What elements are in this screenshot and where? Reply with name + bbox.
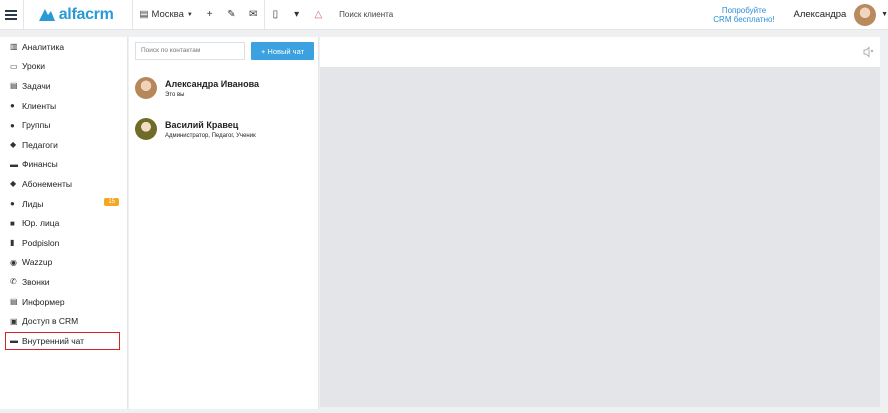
logo-text: alfacrm (58, 5, 114, 23)
chart-icon: ▥ (10, 42, 18, 52)
sidebar-item[interactable]: ▤ Информер (0, 292, 127, 312)
promo-line1: Попробуйте (721, 5, 767, 15)
promo-line2: CRM бесплатно! (713, 14, 775, 24)
sidebar-item-label: Аналитика (22, 41, 65, 52)
logo-icon (38, 8, 55, 21)
user-plus-icon: ● (10, 199, 15, 209)
chevron-down-icon[interactable]: ▼ (881, 11, 888, 18)
sidebar-item[interactable]: ▮ Podpislon (0, 233, 127, 253)
sidebar-item-label: Wazzup (22, 257, 53, 268)
server-icon: ▤ (10, 297, 18, 307)
avatar (135, 118, 157, 140)
new-chat-button[interactable]: + Новый чат (251, 42, 314, 60)
users-icon: ● (10, 120, 15, 130)
sidebar-item-label: Группы (22, 120, 51, 131)
sidebar-item[interactable]: ◆ Педагоги (0, 135, 127, 155)
sidebar-item-label: Абонементы (22, 178, 72, 189)
sidebar: ▥ Аналитика ▭ Уроки ▤ Задачи ● Клиенты ● Группы ◆ П… (0, 37, 128, 409)
document-icon: ▮ (10, 238, 15, 248)
user-icon: ● (10, 101, 15, 111)
sidebar-item-label: Podpislon (22, 237, 60, 248)
top-bar: alfacrm ▤ Москва ▼ + ✎ ✉ ▯ ▾ △ Поиск кли… (0, 0, 888, 30)
keyboard-icon: ▬ (10, 336, 18, 346)
sidebar-item[interactable]: ● Группы (0, 115, 127, 135)
sidebar-item[interactable]: ● Клиенты (0, 96, 127, 116)
cart-icon[interactable]: ▾ (286, 0, 308, 30)
briefcase-icon: ■ (10, 218, 15, 228)
money-icon: ▬ (10, 159, 18, 169)
mobile-icon[interactable]: ▯ (264, 0, 286, 30)
contacts-panel: Поиск по контактам + Новый чат Александр… (129, 37, 319, 409)
whatsapp-icon: ◉ (10, 257, 17, 267)
sidebar-item[interactable]: ▥ Аналитика (0, 37, 127, 57)
sidebar-item-label: Доступ в CRM (22, 316, 79, 327)
contact-subtitle: Администратор, Педагог, Ученик (165, 132, 256, 139)
sidebar-item-label: Уроки (22, 61, 45, 72)
phone-icon: ✆ (10, 277, 17, 287)
tag-icon: ◆ (10, 179, 17, 189)
branch-label: Москва (151, 9, 184, 20)
sidebar-item-label: Информер (22, 296, 65, 307)
contact-item[interactable]: Александра Иванова Это вы (135, 77, 259, 99)
sidebar-item-label: Педагоги (22, 139, 58, 150)
menu-icon[interactable] (0, 0, 24, 30)
sidebar-item[interactable]: ▣ Доступ в CRM (0, 311, 127, 331)
lock-icon: ▣ (10, 316, 18, 326)
promo-link[interactable]: Попробуйте CRM бесплатно! (708, 6, 779, 24)
sidebar-item-label: Клиенты (22, 100, 57, 111)
sidebar-item[interactable]: ▬ Финансы (0, 155, 127, 175)
sound-off-icon[interactable] (862, 46, 874, 58)
avatar[interactable] (854, 3, 877, 26)
chat-area (320, 37, 880, 407)
sidebar-item[interactable]: ✆ Звонки (0, 272, 127, 292)
wrench-icon[interactable]: ✎ (221, 0, 243, 30)
sidebar-item-label: Задачи (22, 80, 51, 91)
sidebar-item[interactable]: ▭ Уроки (0, 57, 127, 77)
contact-search-input[interactable]: Поиск по контактам (135, 42, 245, 60)
bell-icon[interactable]: △ (307, 0, 329, 30)
sidebar-item[interactable]: ◉ Wazzup (0, 253, 127, 273)
contact-subtitle: Это вы (165, 91, 185, 98)
sidebar-item-label: Внутренний чат (22, 335, 85, 346)
sidebar-item[interactable]: ▤ Задачи (0, 76, 127, 96)
user-name[interactable]: Александра (794, 9, 847, 20)
contact-name: Василий Кравец (165, 119, 239, 130)
sidebar-item-label: Юр. лица (22, 218, 60, 229)
mail-icon[interactable]: ✉ (242, 0, 264, 30)
sidebar-item[interactable]: ▬ Внутренний чат (4, 331, 121, 351)
logo[interactable]: alfacrm (38, 6, 133, 24)
contact-name: Александра Иванова (165, 78, 260, 89)
add-icon[interactable]: + (199, 0, 221, 30)
graduation-cap-icon: ◆ (10, 140, 17, 150)
chevron-down-icon: ▼ (186, 11, 193, 18)
avatar (135, 77, 157, 99)
sidebar-item-label: Лиды (22, 198, 44, 209)
sidebar-item[interactable]: ■ Юр. лица (0, 213, 127, 233)
clipboard-icon: ▤ (10, 81, 18, 91)
calendar-icon: ▭ (10, 61, 18, 71)
sidebar-item[interactable]: ◆ Абонементы (0, 174, 127, 194)
client-search-input[interactable]: Поиск клиента (339, 10, 704, 19)
contact-item[interactable]: Василий Кравец Администратор, Педагог, У… (135, 118, 256, 140)
sidebar-item[interactable]: ● Лиды 15 (0, 194, 127, 214)
chat-header (320, 37, 880, 67)
count-badge: 15 (104, 197, 119, 206)
building-icon: ▤ (139, 9, 149, 20)
sidebar-item-label: Звонки (22, 276, 50, 287)
sidebar-item-label: Финансы (22, 159, 58, 170)
branch-selector[interactable]: ▤ Москва ▼ (132, 0, 198, 30)
